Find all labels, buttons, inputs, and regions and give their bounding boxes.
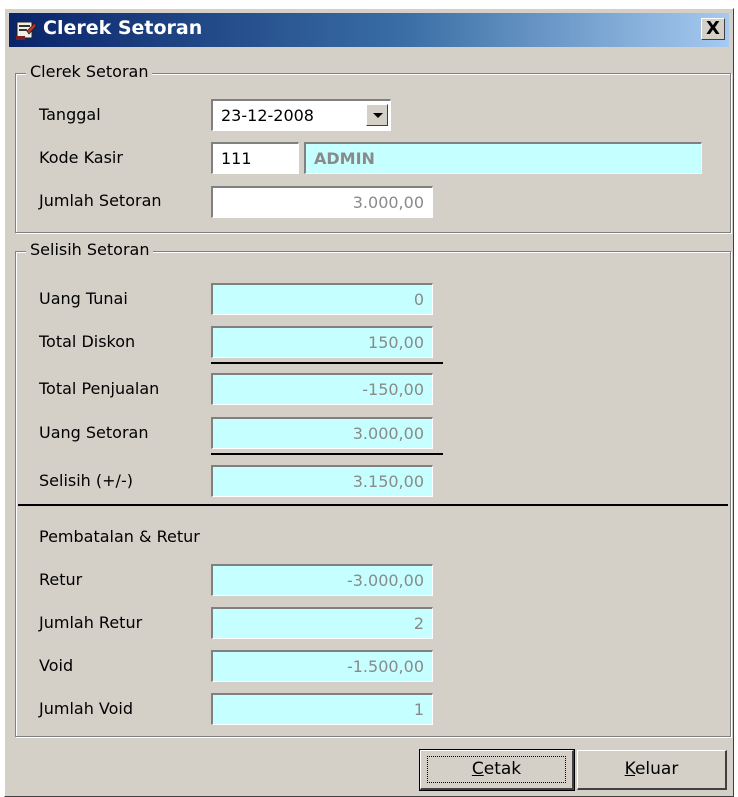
retur-label: Retur xyxy=(39,570,83,589)
retur-field: -3.000,00 xyxy=(211,564,433,596)
jumlah-setoran-field: 3.000,00 xyxy=(211,186,433,218)
jumlah-void-label: Jumlah Void xyxy=(39,699,134,718)
chevron-down-icon[interactable] xyxy=(366,104,388,126)
kode-kasir-input[interactable]: 111 xyxy=(211,142,299,174)
jumlah-setoran-value: 3.000,00 xyxy=(352,193,424,212)
jumlah-retur-value: 2 xyxy=(413,614,424,633)
cetak-button[interactable]: Cetak xyxy=(419,749,575,791)
focus-rect xyxy=(427,756,566,783)
pembatalan-retur-title: Pembatalan & Retur xyxy=(39,527,200,546)
uang-setoran-field: 3.000,00 xyxy=(211,417,433,449)
uang-tunai-label: Uang Tunai xyxy=(39,289,128,308)
kode-kasir-value: 111 xyxy=(221,149,252,168)
section-divider xyxy=(18,504,728,506)
keluar-button[interactable]: Keluar xyxy=(577,750,727,790)
keluar-label: eluar xyxy=(634,759,679,779)
group-legend-selisih-setoran: Selisih Setoran xyxy=(26,240,154,259)
jumlah-setoran-label: Jumlah Setoran xyxy=(39,191,162,210)
uang-setoran-label: Uang Setoran xyxy=(39,423,149,442)
total-penjualan-field: -150,00 xyxy=(211,373,433,405)
app-icon xyxy=(16,21,37,40)
jumlah-void-value: 1 xyxy=(413,700,424,719)
void-value: -1.500,00 xyxy=(346,657,424,676)
tanggal-value: 23-12-2008 xyxy=(221,106,314,125)
title-bar[interactable]: Clerek Setoran X xyxy=(9,13,729,47)
selisih-field: 3.150,00 xyxy=(211,465,433,497)
total-penjualan-value: -150,00 xyxy=(362,380,424,399)
total-diskon-value: 150,00 xyxy=(368,333,424,352)
kode-kasir-label: Kode Kasir xyxy=(39,148,123,167)
close-button[interactable]: X xyxy=(701,18,725,40)
jumlah-retur-field: 2 xyxy=(211,607,433,639)
selisih-setoran-group: Selisih Setoran Uang Tunai 0 Total Disko… xyxy=(15,240,731,737)
selisih-label: Selisih (+/-) xyxy=(39,471,133,490)
selisih-value: 3.150,00 xyxy=(352,472,424,491)
clerek-setoran-dialog: Clerek Setoran X Clerek Setoran Tanggal … xyxy=(4,8,734,797)
uang-setoran-value: 3.000,00 xyxy=(352,424,424,443)
window-title: Clerek Setoran xyxy=(43,17,203,39)
void-label: Void xyxy=(39,656,74,675)
subtotal-divider-2 xyxy=(211,453,443,455)
uang-tunai-value: 0 xyxy=(413,290,424,309)
tanggal-date-picker[interactable]: 23-12-2008 xyxy=(211,99,391,131)
keluar-accel: K xyxy=(624,759,635,779)
close-icon: X xyxy=(706,18,720,39)
tanggal-label: Tanggal xyxy=(39,105,101,124)
void-field: -1.500,00 xyxy=(211,650,433,682)
retur-value: -3.000,00 xyxy=(346,571,424,590)
clerek-setoran-group: Clerek Setoran Tanggal 23-12-2008 Kode K… xyxy=(15,62,731,233)
jumlah-void-field: 1 xyxy=(211,693,433,725)
subtotal-divider-1 xyxy=(211,362,443,364)
total-penjualan-label: Total Penjualan xyxy=(39,379,160,398)
total-diskon-label: Total Diskon xyxy=(39,332,136,351)
group-legend-clerek-setoran: Clerek Setoran xyxy=(26,62,153,81)
uang-tunai-field: 0 xyxy=(211,283,433,315)
jumlah-retur-label: Jumlah Retur xyxy=(39,613,143,632)
kasir-name-value: ADMIN xyxy=(314,149,375,168)
total-diskon-field: 150,00 xyxy=(211,326,433,358)
kasir-name-field: ADMIN xyxy=(304,142,702,174)
